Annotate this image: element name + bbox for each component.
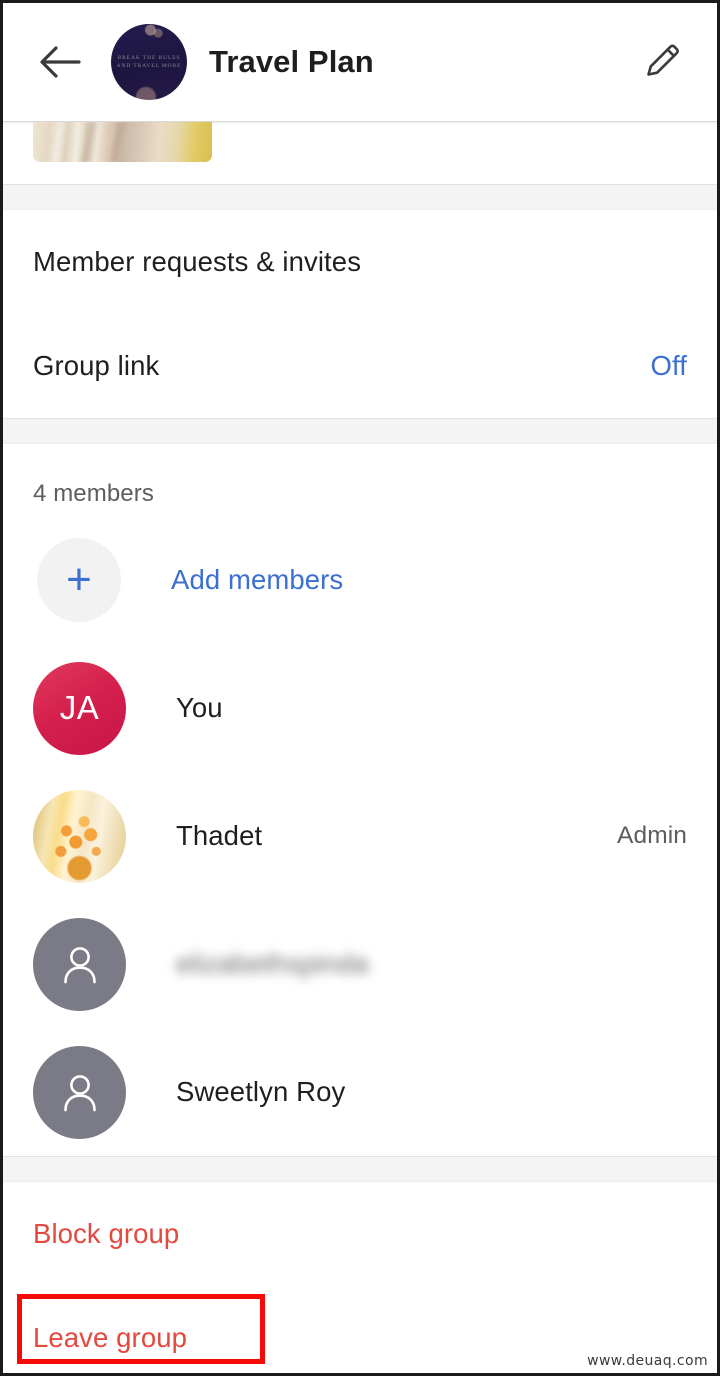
leave-group-label: Leave group — [33, 1322, 188, 1353]
add-members-label: Add members — [171, 564, 344, 595]
member-row[interactable]: JA You — [3, 644, 717, 772]
app-bar: BREAK THE RULES AND TRAVEL MORE Travel P… — [3, 3, 717, 122]
block-group-row[interactable]: Block group — [3, 1182, 717, 1286]
group-link-label: Group link — [33, 350, 160, 381]
status-badge: Admin — [617, 822, 687, 849]
back-button[interactable] — [33, 35, 87, 89]
member-name: You — [176, 692, 223, 723]
block-group-label: Block group — [33, 1218, 180, 1249]
member-name: Sweetlyn Roy — [176, 1076, 346, 1107]
member-row[interactable]: Thadet Admin — [3, 772, 717, 900]
plus-icon: + — [37, 538, 121, 622]
phone-screen: BREAK THE RULES AND TRAVEL MORE Travel P… — [0, 0, 720, 1376]
members-count-label: 4 members — [33, 480, 154, 507]
group-link-value: Off — [650, 350, 687, 381]
media-thumbnail[interactable] — [33, 122, 212, 162]
avatar — [33, 789, 126, 883]
member-row[interactable]: elizabethspinda — [3, 900, 717, 1028]
member-requests-label: Member requests & invites — [33, 246, 362, 277]
avatar: JA — [33, 661, 126, 755]
watermark: www.deuaq.com — [587, 1353, 708, 1369]
person-placeholder-icon — [33, 1045, 126, 1139]
group-link-row[interactable]: Group link Off — [3, 314, 717, 418]
group-settings-section: Member requests & invites Group link Off — [3, 210, 717, 418]
edit-group-button[interactable] — [635, 34, 691, 90]
add-members-row[interactable]: + Add members — [3, 516, 717, 644]
member-name: elizabethspinda — [176, 948, 369, 979]
plus-glyph: + — [66, 555, 92, 604]
danger-section: Block group Leave group — [3, 1182, 717, 1373]
group-avatar-caption: BREAK THE RULES AND TRAVEL MORE — [116, 55, 182, 69]
page-title: Travel Plan — [209, 44, 374, 79]
shared-media-strip — [3, 122, 717, 184]
person-placeholder-icon — [33, 917, 126, 1011]
group-avatar[interactable]: BREAK THE RULES AND TRAVEL MORE — [111, 24, 187, 100]
members-section: 4 members + Add members JA You Thadet Ad… — [3, 444, 717, 1156]
section-separator — [3, 418, 717, 444]
pencil-edit-icon — [641, 38, 685, 87]
member-requests-row[interactable]: Member requests & invites — [3, 210, 717, 314]
back-arrow-icon — [38, 45, 82, 79]
section-separator — [3, 1156, 717, 1182]
section-separator — [3, 184, 717, 210]
member-row[interactable]: Sweetlyn Roy — [3, 1028, 717, 1156]
member-name: Thadet — [176, 820, 263, 851]
